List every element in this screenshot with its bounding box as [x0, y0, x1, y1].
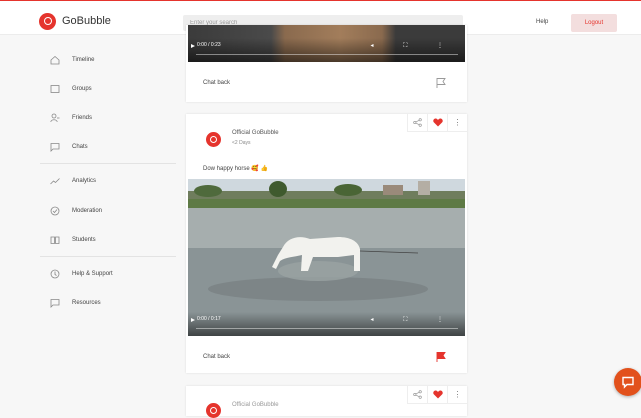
more-options-icon[interactable]: ⋮	[447, 386, 467, 404]
post-card: 0:00 / 0:23 ◂ ⛶ ⋮ Chat back	[186, 25, 467, 102]
sidebar-divider	[40, 256, 176, 257]
sidebar-item-label: Resources	[72, 300, 101, 306]
post-card: Official GoBubble ⋮	[186, 386, 467, 418]
sidebar-item-students[interactable]: Students	[49, 233, 96, 247]
play-icon[interactable]	[191, 318, 195, 322]
post-video[interactable]: 0:00 / 0:23 ◂ ⛶ ⋮	[188, 25, 465, 62]
sidebar-item-label: Chats	[72, 144, 88, 150]
post-actions: ⋮	[407, 386, 467, 404]
chat-back-link[interactable]: Chat back	[203, 80, 230, 86]
sidebar-item-label: Help & Support	[72, 271, 113, 277]
sidebar-item-chats[interactable]: Chats	[49, 140, 88, 154]
students-icon	[49, 235, 60, 246]
heart-icon[interactable]	[427, 386, 447, 404]
groups-icon	[49, 84, 60, 95]
sidebar-divider	[40, 163, 176, 164]
sidebar-item-moderation[interactable]: Moderation	[49, 204, 102, 218]
heart-icon[interactable]	[427, 114, 447, 132]
post-footer: Chat back	[186, 345, 467, 371]
sidebar-item-timeline[interactable]: Timeline	[49, 53, 94, 67]
help-icon	[49, 269, 60, 280]
home-icon	[49, 55, 60, 66]
friends-icon	[49, 113, 60, 124]
post-actions: ⋮	[407, 114, 467, 132]
post-card: Official GoBubble <2 Days ⋮ Dow happy ho…	[186, 114, 467, 373]
sidebar-item-label: Students	[72, 237, 96, 243]
logout-button[interactable]: Logout	[571, 14, 617, 32]
flag-outline-icon[interactable]	[435, 77, 447, 91]
sidebar-item-label: Groups	[72, 86, 92, 92]
video-control-icons[interactable]: ◂ ⛶ ⋮	[370, 42, 457, 50]
video-controls: 0:00 / 0:17 ◂ ⛶ ⋮	[188, 312, 465, 336]
sidebar-item-resources[interactable]: Resources	[49, 296, 101, 310]
analytics-icon	[49, 176, 60, 187]
gobubble-logo-icon[interactable]	[39, 13, 56, 30]
post-caption: Dow happy horse 🥰 👍	[203, 166, 268, 172]
sidebar-item-label: Friends	[72, 115, 93, 121]
video-controls: 0:00 / 0:23 ◂ ⛶ ⋮	[188, 38, 465, 62]
support-chat-button[interactable]	[614, 368, 641, 396]
post-video[interactable]: 0:00 / 0:17 ◂ ⛶ ⋮	[188, 179, 465, 336]
brand-name[interactable]: GoBubble	[62, 15, 111, 27]
sidebar-item-help-support[interactable]: Help & Support	[49, 267, 113, 281]
sidebar-item-analytics[interactable]: Analytics	[49, 174, 96, 188]
more-options-icon[interactable]: ⋮	[447, 114, 467, 132]
play-icon[interactable]	[191, 44, 195, 48]
author-avatar[interactable]	[206, 132, 221, 147]
author-avatar[interactable]	[206, 403, 221, 418]
chat-icon	[49, 142, 60, 153]
sidebar-item-label: Analytics	[72, 178, 97, 184]
sidebar-item-friends[interactable]: Friends	[49, 111, 92, 125]
video-progress-bar[interactable]	[196, 54, 458, 55]
video-progress-bar[interactable]	[196, 328, 458, 329]
sidebar-item-groups[interactable]: Groups	[49, 82, 92, 96]
video-time: 0:00 / 0:17	[197, 316, 221, 322]
help-link[interactable]: Help	[536, 19, 548, 25]
flag-filled-icon[interactable]	[435, 351, 447, 365]
sidebar-item-label: Timeline	[72, 57, 95, 63]
post-time: <2 Days	[232, 140, 251, 146]
chat-bubble-icon	[622, 376, 634, 389]
video-time: 0:00 / 0:23	[197, 42, 221, 48]
share-icon[interactable]	[407, 114, 427, 132]
post-author[interactable]: Official GoBubble	[232, 402, 279, 408]
share-icon[interactable]	[407, 386, 427, 404]
post-footer: Chat back	[186, 71, 467, 97]
video-control-icons[interactable]: ◂ ⛶ ⋮	[370, 316, 457, 324]
moderation-icon	[49, 206, 60, 217]
sidebar: Timeline Groups Friends Chats Analytics …	[0, 36, 178, 405]
chat-back-link[interactable]: Chat back	[203, 354, 230, 360]
resources-icon	[49, 298, 60, 309]
post-author[interactable]: Official GoBubble	[232, 130, 279, 136]
sidebar-item-label: Moderation	[72, 208, 103, 214]
